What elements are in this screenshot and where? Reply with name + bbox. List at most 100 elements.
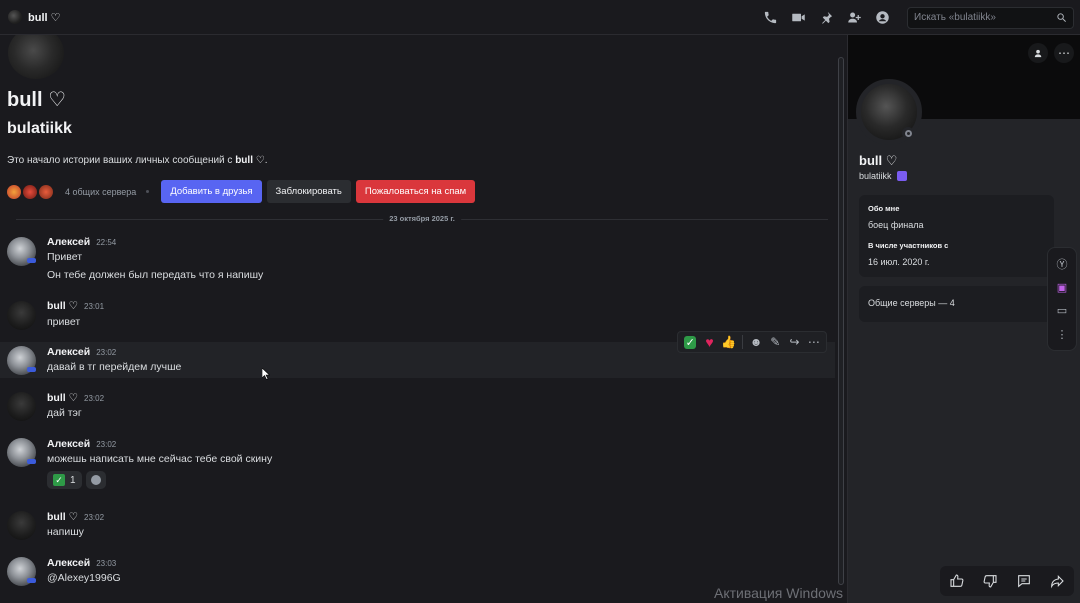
message-author[interactable]: bull ♡ [47, 300, 78, 312]
comment-icon[interactable] [1014, 571, 1034, 591]
message-author[interactable]: Алексей [47, 438, 90, 450]
reaction-pill[interactable]: ✓ 1 [47, 471, 82, 489]
intro-text-suffix: . [264, 155, 268, 166]
yandex-icon[interactable]: Ⓨ [1054, 256, 1070, 272]
top-bar: bull ♡ Искать «bulatiikk» [0, 0, 1080, 35]
message-author[interactable]: bull ♡ [47, 392, 78, 404]
server-icon [7, 184, 21, 199]
edit-icon[interactable]: ✎ [767, 334, 783, 351]
add-reaction-button[interactable] [85, 471, 106, 489]
message-text: Он тебе должен был передать что я напишу [47, 269, 264, 281]
mutual-servers-card[interactable]: Общие серверы — 4 [859, 286, 1054, 322]
chat-app-icon[interactable]: ▣ [1054, 279, 1070, 295]
message-timestamp: 23:02 [84, 513, 105, 522]
intro-display-name: bull ♡ [7, 89, 67, 111]
message-timestamp: 23:02 [84, 394, 105, 403]
message-author[interactable]: Алексей [47, 236, 90, 248]
profile-display-name: bull ♡ [859, 153, 898, 168]
add-friend-icon[interactable] [1028, 43, 1048, 63]
message-author[interactable]: Алексей [47, 346, 90, 358]
pin-icon[interactable] [817, 9, 835, 27]
check-reaction-icon: ✓ [53, 474, 65, 486]
message-group[interactable]: Алексей 23:03 @Alexey1996G [0, 553, 835, 589]
profile-username-text: bulatiikk [859, 171, 892, 181]
mouse-cursor-icon [262, 368, 270, 380]
message-reactions: ✓ 1 [47, 471, 106, 489]
thumbs-up-reaction-icon[interactable]: 👍 [721, 334, 737, 351]
bottom-toolbar [940, 566, 1074, 596]
member-since-value: 16 июл. 2020 г. [868, 257, 930, 267]
avatar[interactable] [7, 392, 36, 421]
mutual-servers-count[interactable]: 4 общих сервера [65, 187, 136, 197]
avatar[interactable] [7, 557, 36, 586]
message-text: дай тэг [47, 407, 82, 419]
message-timestamp: 22:54 [96, 238, 117, 247]
search-input[interactable]: Искать «bulatiikk» [907, 6, 1074, 29]
add-friends-to-dm-icon[interactable] [845, 9, 863, 27]
intro-text-prefix: Это начало истории ваших личных сообщени… [7, 155, 236, 166]
windows-activation-watermark: Активация Windows [714, 585, 844, 601]
mutual-server-icons[interactable] [7, 184, 53, 199]
mutual-servers-label: Общие серверы — 4 [868, 298, 955, 308]
message-text: Привет [47, 251, 83, 263]
video-call-icon[interactable] [789, 9, 807, 27]
thumbs-up-icon[interactable] [947, 571, 967, 591]
avatar[interactable] [7, 301, 36, 330]
about-card: Обо мне боец финала В числе участников с… [859, 195, 1054, 277]
avatar[interactable] [7, 237, 36, 266]
chat-scrollbar[interactable] [838, 57, 844, 585]
voice-call-icon[interactable] [761, 9, 779, 27]
heart-reaction-icon[interactable]: ♥ [701, 334, 717, 351]
intro-username: bulatiikk [7, 120, 72, 137]
add-reaction-icon[interactable]: ☻ [748, 334, 764, 351]
subtitles-icon[interactable]: ▭ [1054, 303, 1070, 319]
dm-avatar[interactable] [8, 10, 22, 24]
user-profile-icon[interactable] [873, 9, 891, 27]
avatar[interactable] [7, 346, 36, 375]
message-text: можешь написать мне сейчас тебе свой ски… [47, 453, 273, 465]
search-icon [1057, 13, 1066, 22]
message-text: давай в тг перейдем лучше [47, 361, 182, 373]
intro-actions: 4 общих сервера Добавить в друзья Заблок… [7, 180, 480, 203]
message-text: напишу [47, 526, 84, 538]
thumbs-down-icon[interactable] [980, 571, 1000, 591]
forward-icon[interactable]: ↪ [786, 334, 802, 351]
message-author[interactable]: bull ♡ [47, 511, 78, 523]
offline-status-icon [902, 127, 914, 139]
message-text: @Alexey1996G [47, 572, 121, 584]
message-group[interactable]: Алексей 23:02 можешь написать мне сейчас… [0, 434, 835, 494]
message-group[interactable]: bull ♡ 23:02 напишу [0, 507, 835, 543]
more-options-icon[interactable]: ⋯ [806, 334, 822, 351]
toolbar-separator [741, 335, 743, 349]
vertical-more-icon[interactable]: ⋮ [1054, 326, 1070, 342]
share-icon[interactable] [1047, 571, 1067, 591]
dm-title[interactable]: bull ♡ [28, 11, 60, 24]
report-spam-button[interactable]: Пожаловаться на спам [355, 180, 476, 203]
message-group[interactable]: bull ♡ 23:01 привет [0, 297, 835, 333]
intro-text-name: bull ♡ [235, 155, 265, 166]
message-group[interactable]: Алексей 22:54 Привет Он тебе должен был … [0, 233, 835, 285]
message-author[interactable]: Алексей [47, 557, 90, 569]
message-hover-toolbar: ✓ ♥ 👍 ☻ ✎ ↪ ⋯ [677, 331, 827, 353]
avatar[interactable] [7, 511, 36, 540]
about-label: Обо мне [868, 204, 900, 213]
profile-username: bulatiikk [859, 171, 907, 181]
nitro-badge-icon[interactable] [896, 171, 907, 181]
profile-panel: ⋯ bull ♡ bulatiikk Обо мне боец финала В… [847, 35, 1080, 603]
more-icon[interactable]: ⋯ [1054, 43, 1074, 63]
message-timestamp: 23:03 [96, 559, 117, 568]
intro-avatar[interactable] [8, 35, 64, 79]
date-divider: 23 октября 2025 г. [16, 214, 828, 223]
check-reaction-icon[interactable]: ✓ [684, 335, 697, 349]
avatar[interactable] [7, 438, 36, 467]
message-text: привет [47, 316, 81, 328]
about-value: боец финала [868, 220, 924, 230]
search-placeholder: Искать «bulatiikk» [914, 12, 996, 23]
message-timestamp: 23:01 [84, 302, 105, 311]
message-group[interactable]: bull ♡ 23:02 дай тэг [0, 388, 835, 424]
message-timestamp: 23:02 [96, 348, 117, 357]
block-button[interactable]: Заблокировать [266, 180, 351, 203]
add-friend-button[interactable]: Добавить в друзья [161, 180, 262, 203]
separator-dot [146, 190, 150, 193]
emoji-icon [90, 475, 101, 485]
